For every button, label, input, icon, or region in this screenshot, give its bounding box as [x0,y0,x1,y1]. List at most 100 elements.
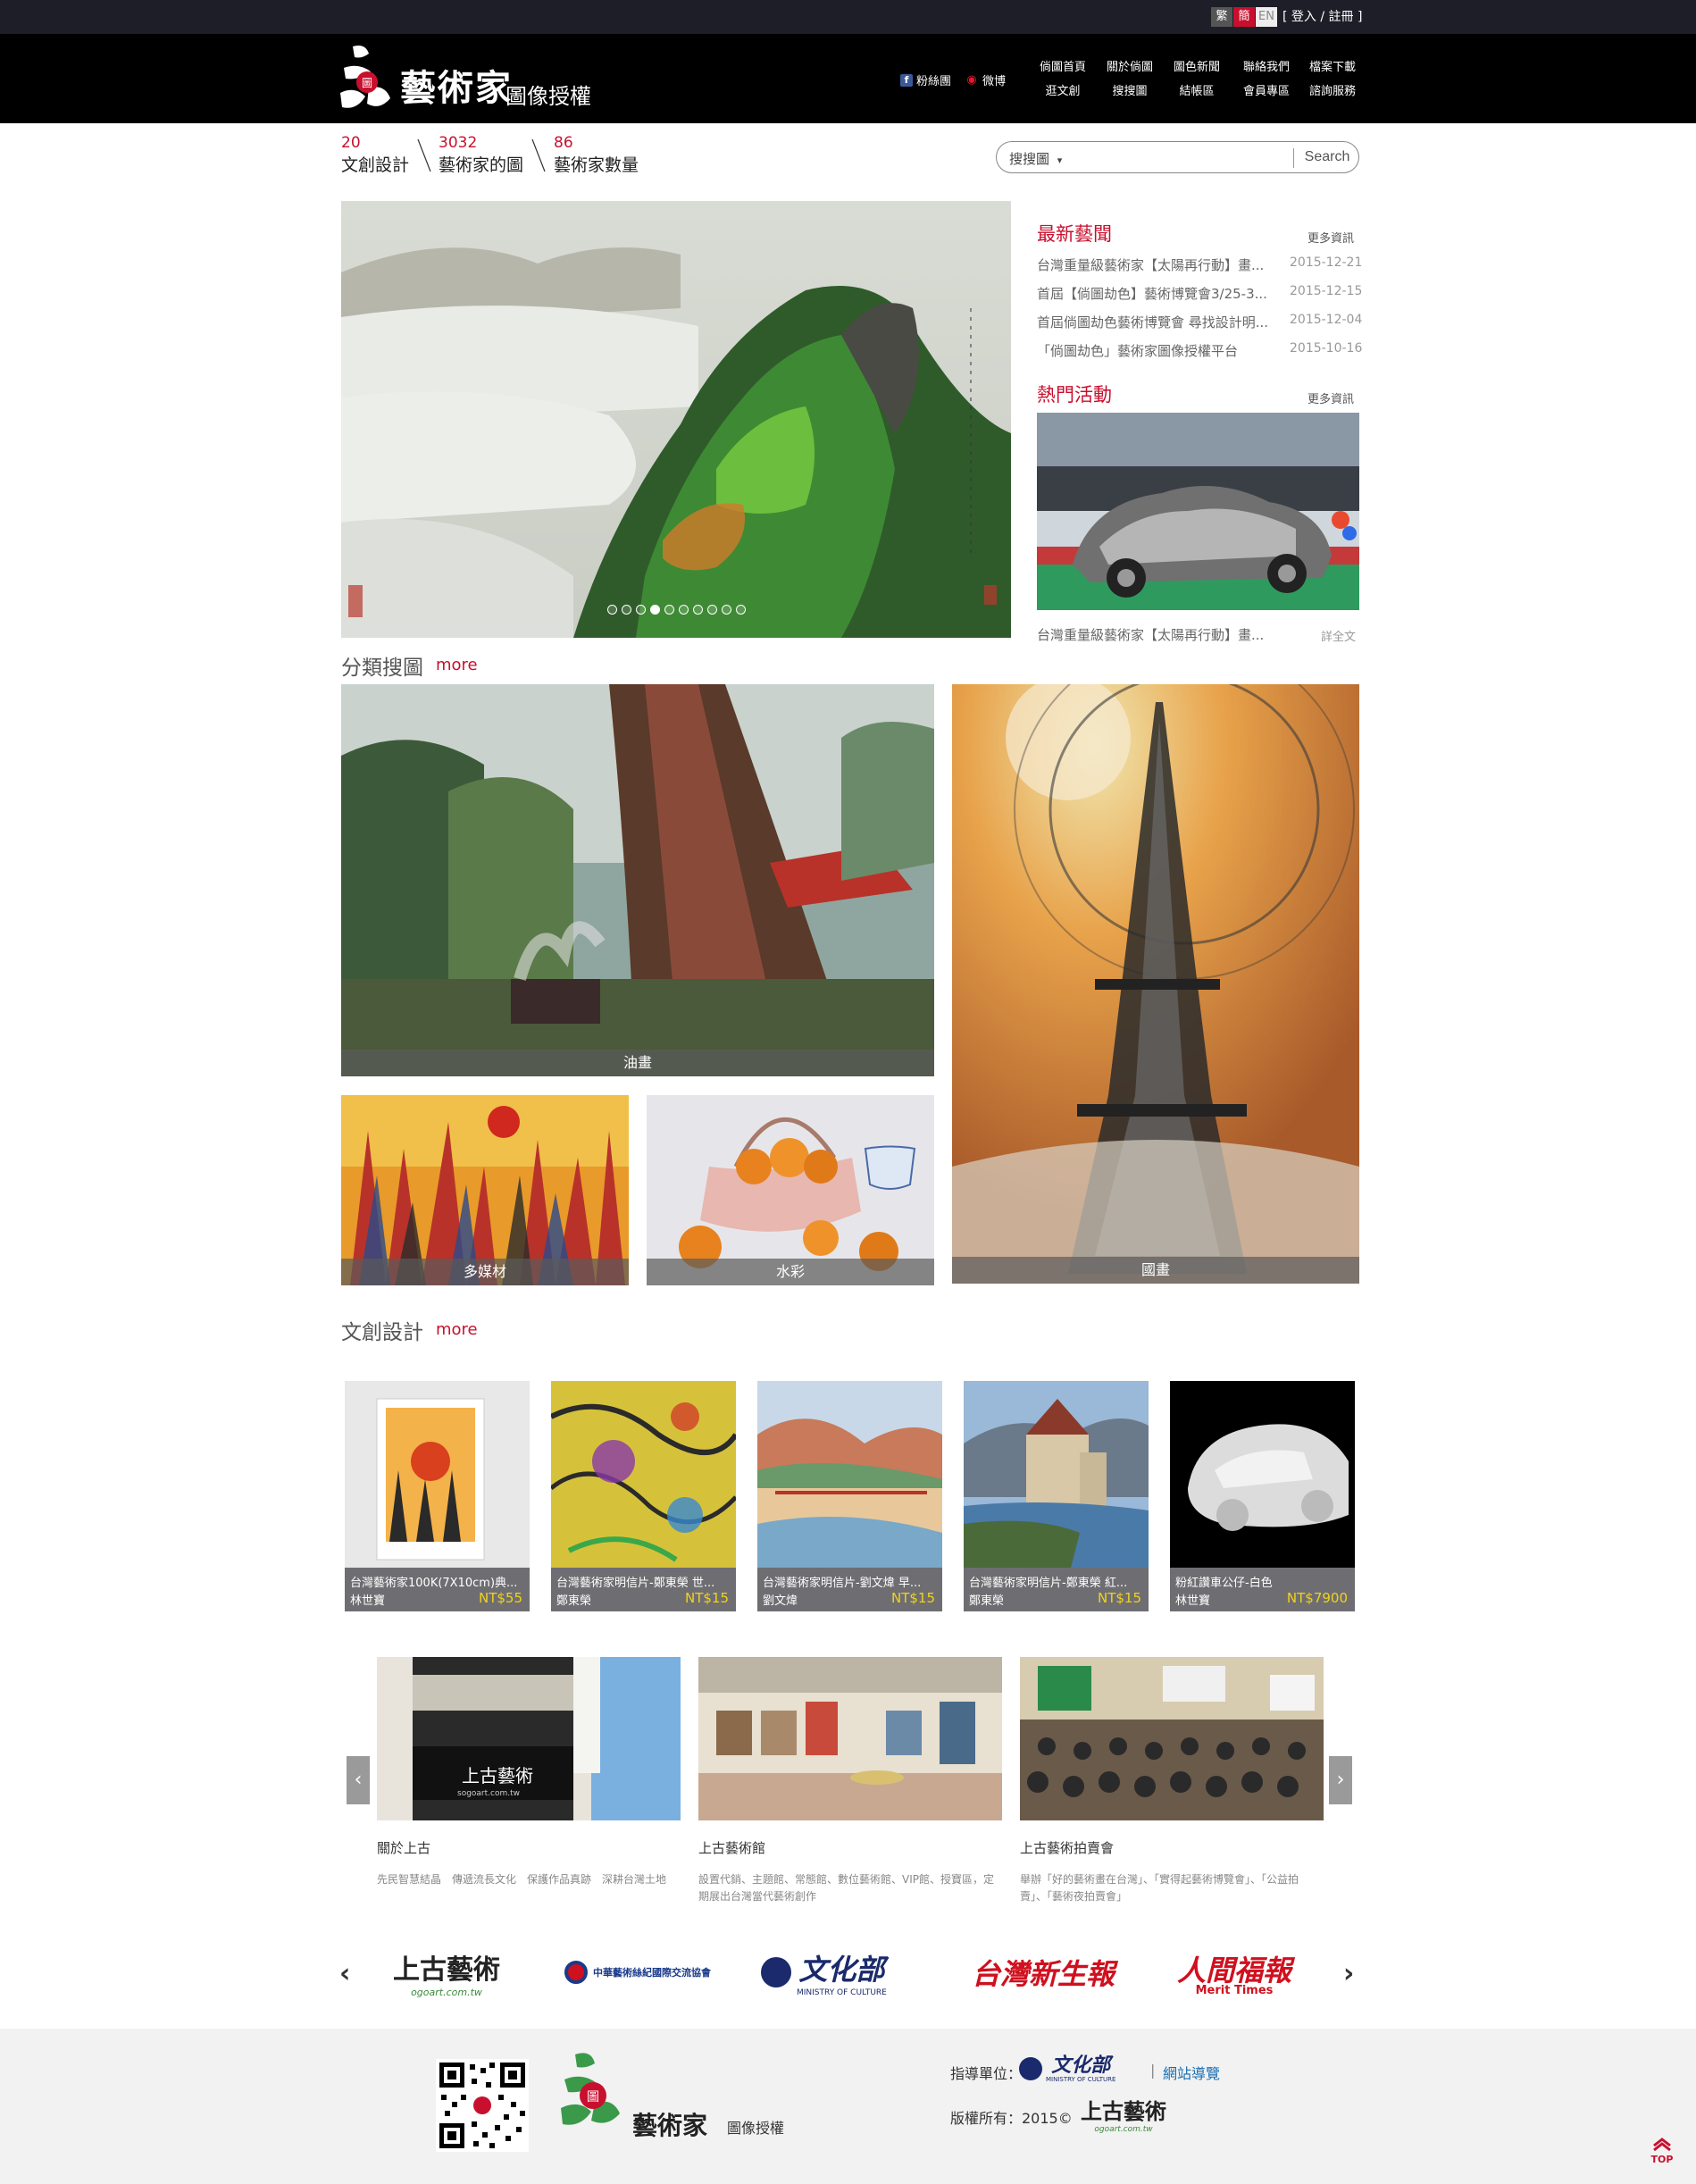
nav-home[interactable]: 倘圖首頁 [1032,57,1094,74]
news-item[interactable]: 台灣重量級藝術家【太陽再行動】畫... [1037,255,1287,274]
ink-painting-image [952,684,1359,1284]
chevron-left-icon: ‹ [354,1769,363,1791]
gallery-prev-button[interactable]: ‹ [347,1756,370,1804]
product-castle-art [964,1381,1149,1568]
qr-code-image [436,2059,529,2152]
slide-dot[interactable] [679,605,689,615]
login-register-link[interactable]: [ 登入 / 註冊 ] [1282,7,1362,27]
event-image[interactable] [1037,413,1359,610]
slide-dot[interactable] [622,605,631,615]
gallery-title[interactable]: 關於上古 [377,1838,430,1857]
nav-contact[interactable]: 聯絡我們 [1235,57,1298,74]
search-input[interactable] [1077,146,1282,168]
slide-dot[interactable] [722,605,731,615]
logo-title[interactable]: 藝術家 [400,59,513,111]
category-tile-oil[interactable]: 油畫 [341,684,934,1076]
gallery-image-museum[interactable] [698,1657,1002,1820]
nav-download[interactable]: 檔案下載 [1301,57,1364,74]
footer-sogoart-logo[interactable]: 上古藝術 ogoart.com.tw [1081,2094,1166,2134]
lang-simplified-button[interactable]: 簡 [1233,7,1255,27]
facebook-fanpage-link[interactable]: f 粉絲團 [900,71,951,88]
gallery-image-auction[interactable] [1020,1657,1324,1820]
product-card[interactable]: 台灣藝術家100K(7X10cm)典... 林世寶 NT$55 [345,1381,530,1611]
footer-copyright-url: ogoart.com.tw [1094,2125,1153,2134]
product-artist: 林世寶 [1175,1594,1211,1608]
events-section-title: 熱門活動 [1037,384,1112,406]
product-card[interactable]: 台灣藝術家明信片-劉文煒 早... 劉文煒 NT$15 [757,1381,942,1611]
search-button[interactable]: Search [1299,146,1356,168]
product-artist: 鄭東榮 [969,1594,1005,1608]
event-caption[interactable]: 台灣重量級藝術家【太陽再行動】畫... [1037,625,1287,644]
lang-traditional-button[interactable]: 繁 [1211,7,1232,27]
partners-next-button[interactable]: › [1343,1958,1354,1989]
partners-prev-button[interactable]: ‹ [339,1958,350,1989]
nav-news[interactable]: 圖色新聞 [1165,57,1228,74]
hero-slideshow[interactable] [341,201,1011,638]
slide-dot[interactable] [693,605,703,615]
footer-guide-org: 文化部 [1051,2054,1111,2077]
events-more-link[interactable]: 更多資訊 [1308,389,1354,406]
svg-text:圖: 圖 [362,77,372,89]
footer-logo-seal-icon[interactable]: 圖 [556,2047,627,2137]
logo-seal-icon[interactable]: 圖 [335,41,397,116]
categories-more-link[interactable]: more [436,656,478,674]
search-category-select[interactable]: 搜搜圖 ▾ [1009,149,1062,168]
gallery-next-button[interactable]: › [1329,1756,1352,1804]
news-item[interactable]: 「倘圖劫色」藝術家圖像授權平台 [1037,341,1287,360]
stat-images-label[interactable]: 藝術家的圖 [439,152,523,176]
gallery-title[interactable]: 上古藝術拍賣會 [1020,1838,1114,1857]
nav-consulting[interactable]: 諮詢服務 [1301,81,1364,98]
product-image [964,1381,1149,1568]
news-item[interactable]: 首屆倘圖劫色藝術博覽會 尋找設計明... [1037,313,1287,331]
product-image [1170,1381,1355,1568]
back-to-top-button[interactable]: TOP [1650,2137,1674,2165]
partner-logo-merit-times[interactable]: 人間福報 Merit Times [1177,1947,1311,1997]
nav-member[interactable]: 會員專區 [1235,81,1298,98]
search-category-value: 搜搜圖 [1009,151,1050,167]
nav-shop[interactable]: 逛文創 [1032,81,1094,98]
category-tile-mixed[interactable]: 多媒材 [341,1095,629,1285]
nav-about[interactable]: 關於倘圖 [1099,57,1161,74]
product-title: 台灣藝術家明信片-鄭東榮 世... [556,1577,715,1590]
slide-dot-active[interactable] [650,605,660,615]
partner-logo-sogoart[interactable]: 上古藝術 ogoart.com.tw [393,1947,527,1998]
category-tile-ink[interactable]: 國畫 [952,684,1359,1284]
site-footer [0,2029,1696,2184]
product-landscape-art [757,1381,942,1568]
qr-code-icon [436,2059,529,2152]
footer-logo-title[interactable]: 藝術家 [632,2106,707,2142]
weibo-link[interactable]: ◉ 微博 [965,71,1006,88]
search-bar: 搜搜圖 ▾ Search [996,141,1359,173]
slide-dot[interactable] [636,605,646,615]
news-more-link[interactable]: 更多資訊 [1308,229,1354,246]
products-more-link[interactable]: more [436,1320,478,1339]
product-card[interactable]: 粉紅讚車公仔-白色 林世寶 NT$7900 [1170,1381,1355,1611]
gallery-desc: 先民智慧結晶 傳遞流長文化 保護作品真跡 深耕台灣土地 [377,1873,667,1886]
nav-search-images[interactable]: 搜搜圖 [1099,81,1161,98]
product-card[interactable]: 台灣藝術家明信片-鄭東榮 世... 鄭東榮 NT$15 [551,1381,736,1611]
partner-logo-camiea[interactable]: 中華藝術絲紀國際交流協會 [564,1947,743,1997]
partner-logo-shinsheng[interactable]: 台灣新生報 [972,1947,1124,1997]
product-image [551,1381,736,1568]
partner-logo-ministry[interactable]: 文化部 MINISTRY OF CULTURE [761,1947,940,1997]
gallery-image-about[interactable]: 上古藝術 sogoart.com.tw [377,1657,681,1820]
footer-ministry-logo[interactable]: 文化部 MINISTRY OF CULTURE [1019,2054,1115,2083]
stat-artists-label[interactable]: 藝術家數量 [554,152,639,176]
tile-label: 多媒材 [341,1259,629,1285]
product-artist: 鄭東榮 [556,1594,592,1608]
slide-dot[interactable] [607,605,617,615]
stat-designs-label[interactable]: 文創設計 [341,152,409,176]
product-card[interactable]: 台灣藝術家明信片-鄭東榮 紅... 鄭東榮 NT$15 [964,1381,1149,1611]
gallery-title[interactable]: 上古藝術館 [698,1838,765,1857]
gallery-hall-photo [698,1657,1002,1820]
product-info: 粉紅讚車公仔-白色 林世寶 NT$7900 [1170,1568,1355,1611]
lang-english-button[interactable]: EN [1256,7,1277,27]
event-detail-link[interactable]: 詳全文 [1321,627,1356,644]
sitemap-link[interactable]: 網站導覽 [1163,2062,1220,2083]
slide-dot[interactable] [664,605,674,615]
category-tile-watercolor[interactable]: 水彩 [647,1095,934,1285]
nav-checkout[interactable]: 結帳區 [1165,81,1228,98]
news-item[interactable]: 首屆【倘圖劫色】藝術博覽會3/25-3... [1037,284,1287,303]
slide-dot[interactable] [707,605,717,615]
slide-dot[interactable] [736,605,746,615]
